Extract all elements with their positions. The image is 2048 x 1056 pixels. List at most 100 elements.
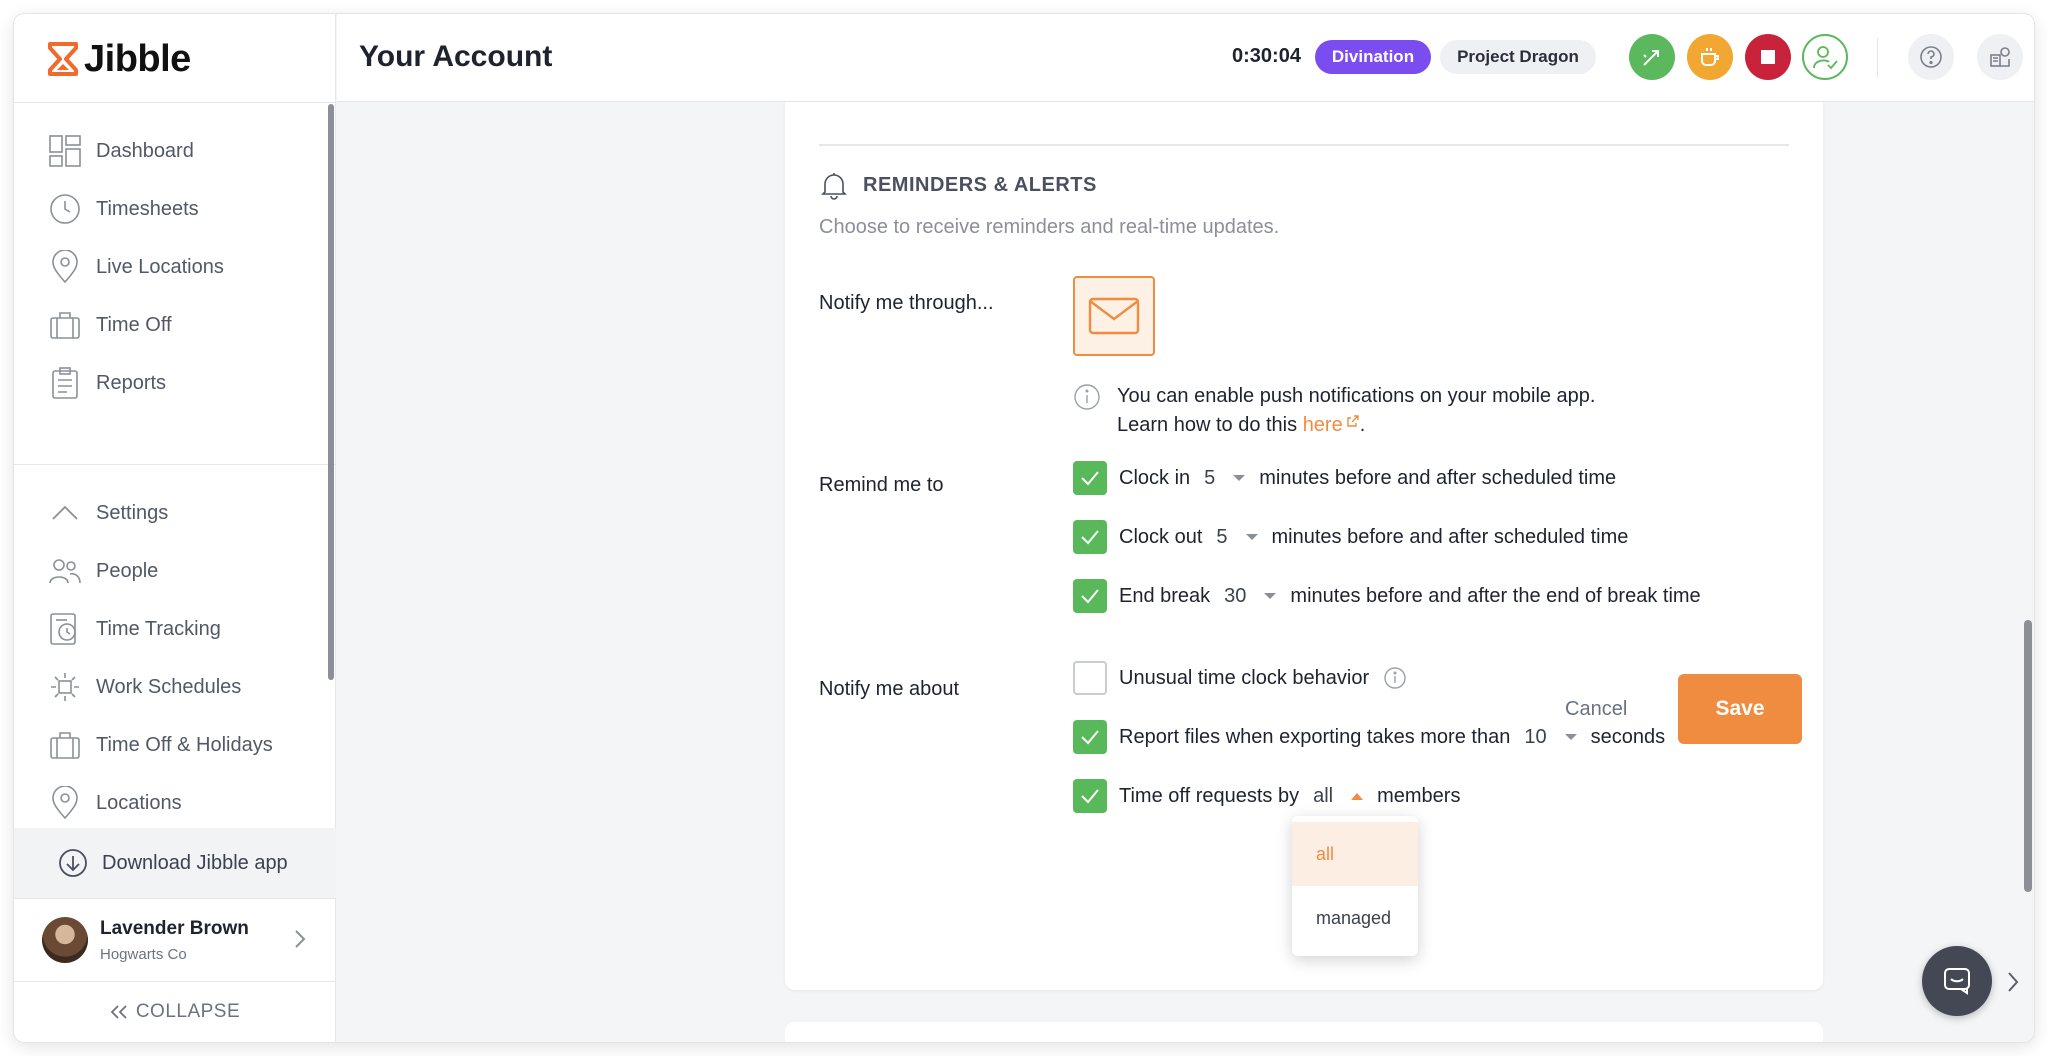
caret-down-icon xyxy=(1564,734,1577,740)
nav-work-schedules[interactable]: Work Schedules xyxy=(14,658,336,716)
check-icon xyxy=(1081,471,1099,486)
end-break-label: End break xyxy=(1119,584,1211,607)
help-icon xyxy=(1920,46,1942,68)
activity-badge[interactable]: Divination xyxy=(1315,40,1431,74)
check-icon xyxy=(1081,730,1099,745)
nav-label: Dashboard xyxy=(96,139,194,162)
end-break-checkbox[interactable] xyxy=(1073,579,1107,613)
notify-through-label: Notify me through... xyxy=(819,292,994,314)
nav-label: Reports xyxy=(96,371,167,394)
help-button[interactable] xyxy=(1908,34,1954,80)
nav-timesheets[interactable]: Timesheets xyxy=(14,180,336,238)
cancel-button[interactable]: Cancel xyxy=(1565,698,1627,721)
report-files-row: Report files when exporting takes more t… xyxy=(1073,719,1665,755)
report-files-checkbox[interactable] xyxy=(1073,720,1107,754)
nav-time-off[interactable]: Time Off xyxy=(14,296,336,354)
time-off-requests-suffix: members xyxy=(1377,784,1461,807)
main-scrollbar[interactable] xyxy=(2024,620,2032,892)
divider xyxy=(14,102,336,103)
section-header: REMINDERS & ALERTS xyxy=(819,170,1097,200)
sidebar: Jibble Dashboard Timesheets Live Locatio… xyxy=(14,14,336,1042)
check-icon xyxy=(1081,789,1099,804)
info-icon[interactable] xyxy=(1383,666,1407,690)
time-off-members-select[interactable]: all xyxy=(1313,784,1364,808)
check-icon xyxy=(1081,530,1099,545)
clock-out-checkbox[interactable] xyxy=(1073,520,1107,554)
download-app-button[interactable]: Download Jibble app xyxy=(14,828,336,898)
report-files-suffix: seconds xyxy=(1590,725,1666,748)
top-header: Your Account 0:30:04 Divination Project … xyxy=(337,14,2034,102)
admin-settings-button[interactable] xyxy=(1977,34,2023,80)
select-value: all xyxy=(1313,784,1334,807)
suitcase-icon xyxy=(48,728,82,762)
clock-out-label: Clock out xyxy=(1119,525,1203,548)
end-break-minutes-select[interactable]: 30 xyxy=(1224,585,1277,608)
dropdown-option-all[interactable]: all xyxy=(1292,822,1418,886)
clock-in-checkbox[interactable] xyxy=(1073,461,1107,495)
nav-time-tracking[interactable]: Time Tracking xyxy=(14,600,336,658)
page-title: Your Account xyxy=(359,40,553,73)
email-channel-toggle[interactable] xyxy=(1073,276,1155,356)
here-link[interactable]: here xyxy=(1303,414,1360,436)
time-tracking-icon xyxy=(48,612,82,646)
time-off-requests-checkbox[interactable] xyxy=(1073,779,1107,813)
avatar xyxy=(42,917,88,963)
nav-dashboard[interactable]: Dashboard xyxy=(14,122,336,180)
nav-live-locations[interactable]: Live Locations xyxy=(14,238,336,296)
clock-out-minutes-select[interactable]: 5 xyxy=(1216,526,1258,549)
bell-icon xyxy=(821,173,847,200)
user-profile[interactable]: Lavender Brown Hogwarts Co xyxy=(14,898,336,982)
clock-in-suffix: minutes before and after scheduled time xyxy=(1259,466,1617,489)
sidebar-scrollbar[interactable] xyxy=(328,104,334,680)
remind-label: Remind me to xyxy=(819,474,944,496)
remind-clock-in-row: Clock in 5 minutes before and after sche… xyxy=(1073,460,1616,496)
nav-settings[interactable]: Settings xyxy=(14,484,336,542)
notify-about-label: Notify me about xyxy=(819,678,960,700)
double-chevron-left-icon xyxy=(110,1005,127,1019)
stop-icon xyxy=(1761,50,1775,64)
clock-in-label: Clock in xyxy=(1119,466,1191,489)
chevron-right-icon[interactable] xyxy=(2006,970,2020,994)
nav-label: People xyxy=(96,559,159,582)
chat-support-button[interactable] xyxy=(1922,946,1992,1016)
report-files-seconds-select[interactable]: 10 xyxy=(1524,726,1577,749)
external-link-icon xyxy=(1347,415,1359,427)
section-description: Choose to receive reminders and real-tim… xyxy=(819,216,1280,238)
info-text-line2: Learn how to do this here. xyxy=(1117,411,1596,440)
caret-down-icon xyxy=(1233,475,1246,481)
switch-activity-button[interactable] xyxy=(1629,34,1675,80)
jibble-logo[interactable]: Jibble xyxy=(48,36,191,82)
nav-time-off-holidays[interactable]: Time Off & Holidays xyxy=(14,716,336,774)
stop-button[interactable] xyxy=(1745,34,1791,80)
check-icon xyxy=(1081,589,1099,604)
chevron-right-icon xyxy=(295,930,306,948)
break-button[interactable] xyxy=(1687,34,1733,80)
caret-up-icon xyxy=(1351,792,1364,800)
download-icon xyxy=(59,849,87,877)
user-check-button[interactable] xyxy=(1802,34,1848,80)
nav-label: Time Off xyxy=(96,313,172,336)
user-org: Hogwarts Co xyxy=(100,945,187,963)
remind-clock-out-row: Clock out 5 minutes before and after sch… xyxy=(1073,519,1628,555)
dropdown-option-managed[interactable]: managed xyxy=(1292,886,1418,950)
caret-down-icon xyxy=(1264,593,1277,599)
info-icon xyxy=(1074,384,1100,410)
caret-down-icon xyxy=(1245,534,1258,540)
collapse-button[interactable]: COLLAPSE xyxy=(14,982,336,1042)
section-title: REMINDERS & ALERTS xyxy=(863,173,1097,196)
nav-people[interactable]: People xyxy=(14,542,336,600)
clock-in-minutes-select[interactable]: 5 xyxy=(1204,467,1246,490)
unusual-behavior-checkbox[interactable] xyxy=(1073,661,1107,695)
project-badge[interactable]: Project Dragon xyxy=(1440,40,1596,74)
nav-reports[interactable]: Reports xyxy=(14,354,336,412)
nav-label: Work Schedules xyxy=(96,675,242,698)
nav-locations[interactable]: Locations xyxy=(14,774,336,832)
user-check-icon xyxy=(1813,46,1838,70)
user-name: Lavender Brown xyxy=(100,917,249,939)
time-off-requests-label: Time off requests by xyxy=(1119,784,1300,807)
push-info: You can enable push notifications on you… xyxy=(1073,382,1596,440)
secondary-nav: Settings People Time Tracking Work Sched… xyxy=(14,484,336,832)
save-button[interactable]: Save xyxy=(1678,674,1802,744)
clipboard-icon xyxy=(48,366,82,400)
location-pin-icon xyxy=(48,786,82,820)
